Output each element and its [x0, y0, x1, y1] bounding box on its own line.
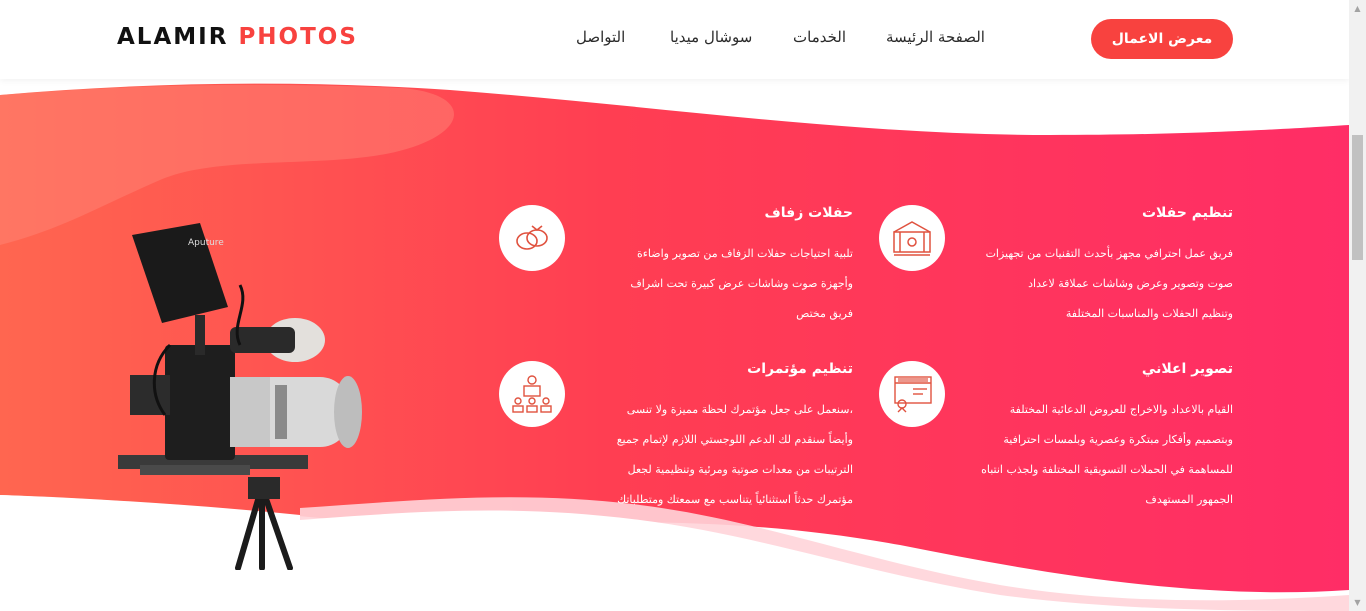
logo-accent-text: PHOTOS — [238, 24, 358, 50]
service-line: وبتصميم وأفكار مبتكرة وعصرية وبلمسات احت… — [1003, 433, 1233, 446]
rings-icon — [499, 205, 565, 271]
portfolio-button[interactable]: معرض الاعمال — [1091, 19, 1233, 59]
service-line: تلبية احتياجات حفلات الزفاف من تصوير واض… — [636, 247, 853, 260]
nav-item-contact[interactable]: التواصل — [576, 28, 625, 46]
service-text-events: فريق عمل احترافي مجهز بأحدث التقنيات من … — [963, 239, 1233, 329]
service-line: صوت وتصوير وعرض وشاشات عملاقة لاعداد — [1028, 277, 1233, 290]
service-line: فريق عمل احترافي مجهز بأحدث التقنيات من … — [985, 247, 1233, 260]
scroll-thumb[interactable] — [1352, 135, 1363, 260]
service-text-conferences: سنعمل على جعل مؤتمرك لحظة مميزة ولا تنسى… — [593, 395, 853, 515]
scroll-down-arrow-icon[interactable]: ▼ — [1349, 594, 1366, 611]
advertisement-icon — [879, 361, 945, 427]
page-scrollbar[interactable]: ▲ ▼ — [1349, 0, 1366, 611]
service-line: فريق مختص — [796, 307, 853, 320]
service-line: للمساهمة في الحملات التسويقية المختلفة و… — [981, 463, 1233, 476]
camera-body — [165, 345, 235, 460]
service-line: الجمهور المستهدف — [1145, 493, 1233, 506]
tripod-head — [248, 477, 280, 499]
service-line: مؤتمرك حدثاً استثنائياً يتناسب مع سمعتك … — [617, 493, 853, 506]
nav-item-social-media[interactable]: سوشال ميديا — [670, 28, 752, 46]
service-title-weddings: حفلات زفاف — [764, 205, 853, 221]
stage-icon — [879, 205, 945, 271]
service-text-weddings: تلبية احتياجات حفلات الزفاف من تصوير واض… — [593, 239, 853, 329]
service-line: وتنظيم الحفلات والمناسبات المختلفة — [1065, 307, 1233, 320]
site-header: ALAMIR PHOTOS الصفحة الرئيسة الخدمات سوش… — [0, 0, 1349, 79]
service-title-conferences: تنظيم مؤتمرات — [747, 361, 853, 377]
conference-icon — [499, 361, 565, 427]
camera-illustration: Aputure — [118, 223, 362, 570]
service-text-advertising: القيام بالاعداد والاخراج للعروض الدعائية… — [953, 395, 1233, 515]
service-line: القيام بالاعداد والاخراج للعروض الدعائية… — [1009, 403, 1233, 416]
nav-item-home[interactable]: الصفحة الرئيسة — [886, 28, 985, 46]
tripod — [235, 490, 293, 570]
service-line: سنعمل على جعل مؤتمرك لحظة مميزة ولا تنسى… — [626, 403, 853, 416]
monitor-brand: Aputure — [188, 238, 224, 248]
service-title-events: تنظيم حفلات — [1141, 205, 1233, 221]
service-line: وأجهزة صوت وشاشات عرض كبيرة تحت اشراف — [630, 277, 853, 290]
nav-item-services[interactable]: الخدمات — [793, 28, 846, 46]
site-logo[interactable]: ALAMIR PHOTOS — [117, 24, 358, 50]
service-title-advertising: تصوير اعلاني — [1141, 361, 1233, 377]
scroll-up-arrow-icon[interactable]: ▲ — [1349, 0, 1366, 17]
service-line: الترتيبات من معدات صوتية ومرئية وتنظيمية… — [627, 463, 853, 476]
service-line: وأيضاً سنقدم لك الدعم اللوجستي اللازم لإ… — [616, 433, 853, 446]
logo-main-text: ALAMIR — [117, 24, 229, 50]
